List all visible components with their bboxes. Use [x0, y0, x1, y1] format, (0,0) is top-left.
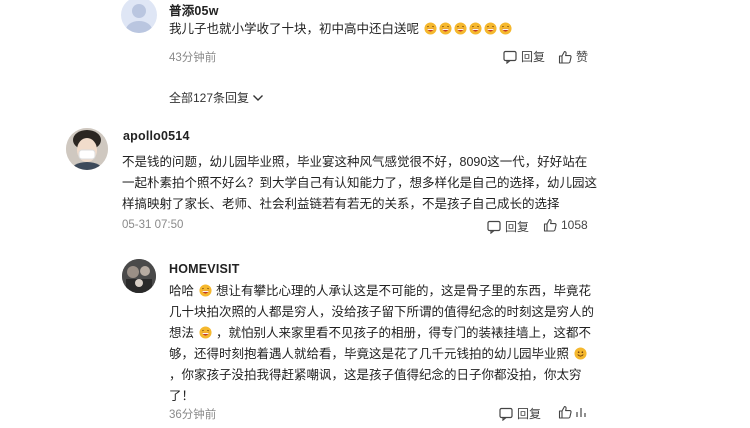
comment-line: ，你家孩子没拍我得赶紧嘲讽，这是孩子值得纪念的日子你都没拍，你太穷 [169, 368, 582, 382]
laughing-emoji-icon [498, 22, 513, 36]
comment-text: 哈哈 想让有攀比心理的人承认这是不可能的，这是骨子里的东西，毕竟花 几十块拍次照… [169, 281, 594, 407]
avatar[interactable] [121, 0, 157, 33]
expand-replies-label: 全部127条回复 [169, 91, 250, 105]
thumbs-up-icon [558, 50, 572, 64]
like-label: 赞 [576, 50, 589, 64]
chevron-down-icon [253, 94, 264, 101]
reply-button[interactable]: 回复 [503, 48, 545, 65]
laughing-emoji-icon [198, 284, 213, 298]
thumbs-up-icon [543, 218, 557, 232]
like-button[interactable]: 1058 [543, 218, 588, 232]
reply-label: 回复 [505, 220, 530, 234]
laughing-emoji-icon [438, 22, 453, 36]
comment-line: 想法 ，就怕别人来家里看不见孩子的相册，得专门的装裱挂墙上，这都不 [169, 326, 591, 340]
comment-line: 够，还得时刻抱着遇人就给看，毕竟这是花了几千元钱拍的幼儿园毕业照 [169, 344, 594, 365]
expand-replies-button[interactable]: 全部127条回复 [169, 89, 264, 106]
comment-line: 不是钱的问题，幼儿园毕业照，毕业宴这种风气感觉很不好，8090这一代，好好站在 [122, 155, 588, 169]
reply-label: 回复 [521, 50, 546, 64]
like-button[interactable] [558, 405, 572, 419]
reply-button[interactable]: 回复 [499, 405, 541, 422]
emoji-row [423, 22, 513, 36]
reply-label: 回复 [517, 407, 542, 421]
avatar[interactable] [122, 259, 156, 293]
like-count: 1058 [561, 218, 588, 232]
username[interactable]: HOMEVISIT [169, 262, 240, 276]
comment-icon [499, 407, 513, 421]
like-button[interactable]: 赞 [558, 48, 588, 65]
comment-line: 一起朴素拍个照不好么？到大学自己有认知能力了，想多样化是自己的选择，幼儿园这 [122, 176, 598, 190]
comment-line: 哈哈 想让有攀比心理的人承认这是不可能的，这是骨子里的东西，毕竟花 [169, 284, 591, 298]
thumbs-up-icon [558, 405, 572, 419]
share-icon[interactable] [575, 405, 589, 424]
comment-body: 我儿子也就小学收了十块，初中高中还白送呢 [169, 22, 420, 36]
reply-button[interactable]: 回复 [487, 218, 529, 235]
comment-icon [503, 50, 517, 64]
username[interactable]: 普添05w [169, 0, 219, 19]
laughing-emoji-icon [468, 22, 483, 36]
comment-text: 我儿子也就小学收了十块，初中高中还白送呢 [169, 19, 513, 40]
laughing-emoji-icon [198, 326, 213, 340]
laughing-emoji-icon [423, 22, 438, 36]
comment-line: 了！ [169, 389, 195, 403]
timestamp: 36分钟前 [169, 409, 217, 421]
laughing-emoji-icon [483, 22, 498, 36]
comment-icon [487, 220, 501, 234]
timestamp: 43分钟前 [169, 52, 217, 64]
username[interactable]: apollo0514 [123, 129, 190, 143]
timestamp: 05-31 07:50 [122, 219, 184, 231]
laughing-emoji-icon [453, 22, 468, 36]
smile-emoji-icon [573, 347, 588, 361]
comment-text: 不是钱的问题，幼儿园毕业照，毕业宴这种风气感觉很不好，8090这一代，好好站在 … [122, 152, 597, 215]
comment-line: 样搞映射了家长、老师、社会利益链若有若无的关系，不是孩子自己成长的选择 [122, 197, 560, 211]
comment-line: 几十块拍次照的人都是穷人，没给孩子留下所谓的值得纪念的时刻这是穷人的 [169, 305, 595, 319]
avatar[interactable] [66, 128, 108, 170]
